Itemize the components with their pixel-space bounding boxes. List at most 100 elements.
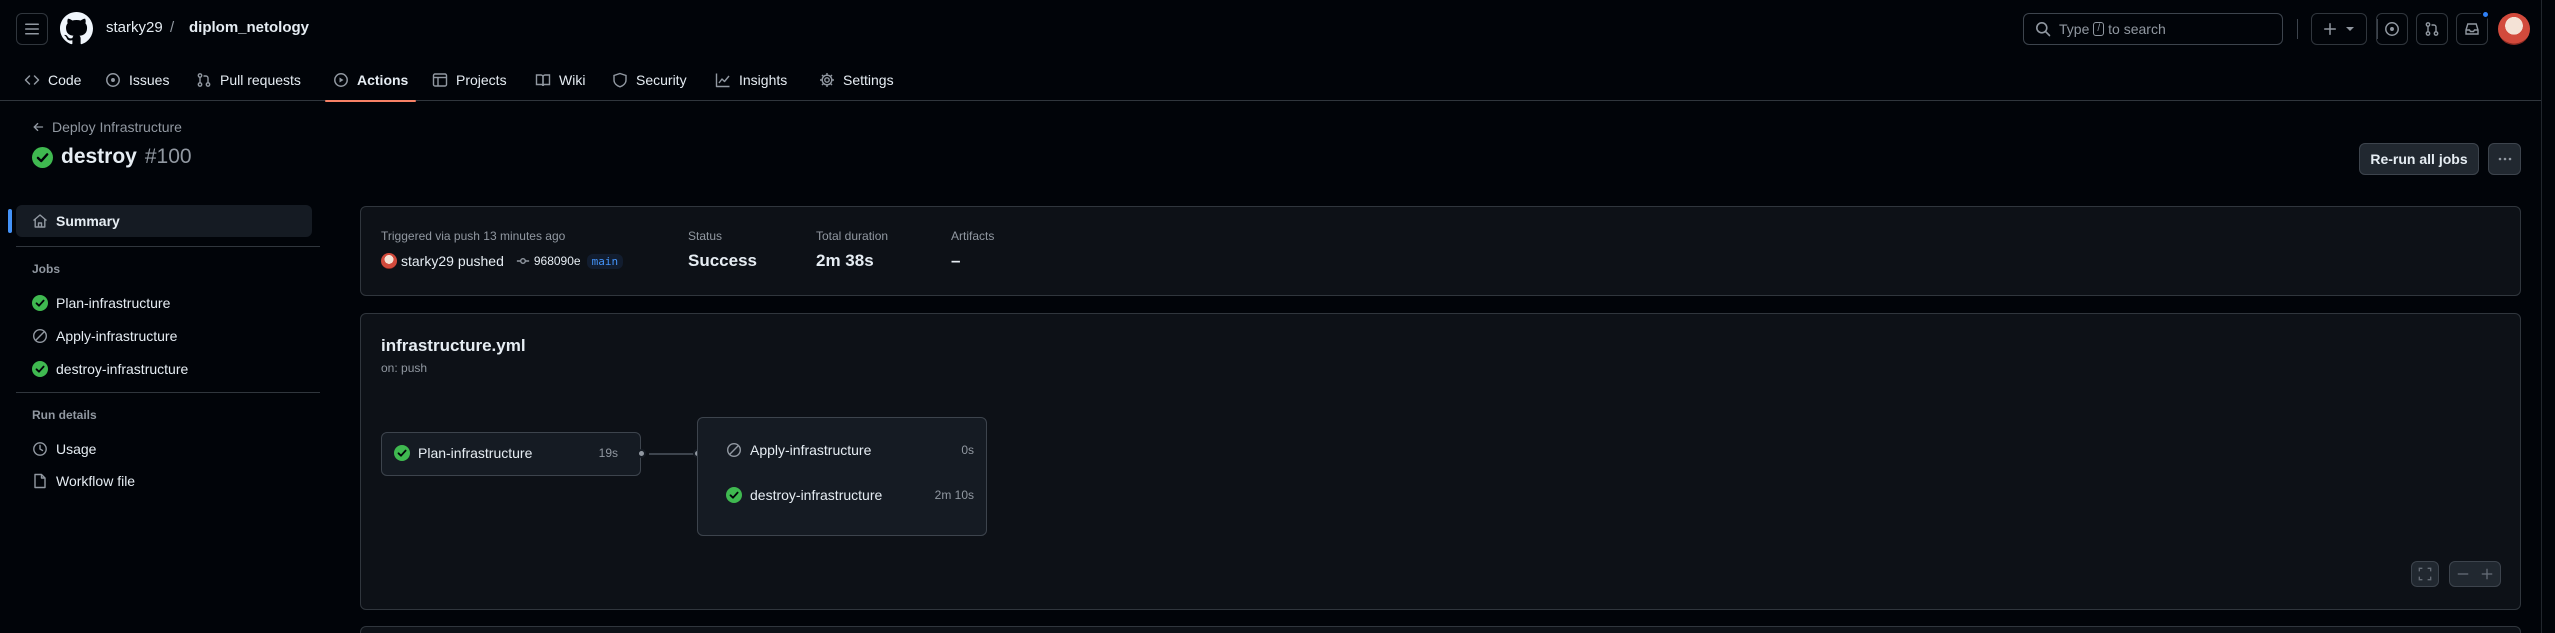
zoom-in-icon[interactable] (2480, 567, 2494, 581)
more-options-button[interactable] (2488, 143, 2521, 175)
actor-name[interactable]: starky29 (401, 253, 454, 269)
menu-button[interactable] (16, 13, 48, 45)
play-icon (334, 72, 348, 87)
repo-nav: Code Issues Pull requests Actions Projec… (0, 58, 2555, 102)
sidebar-item-summary[interactable]: Summary (8, 205, 312, 237)
arrow-left-icon (33, 122, 44, 132)
gear-icon (820, 72, 834, 87)
back-link-label: Deploy Infrastructure (52, 119, 182, 135)
tab-issues[interactable]: Issues (105, 58, 169, 101)
graph-icon (715, 73, 730, 87)
duration-value: 2m 38s (816, 251, 874, 270)
tab-security[interactable]: Security (612, 58, 687, 101)
tab-projects[interactable]: Projects (432, 58, 507, 101)
user-avatar[interactable] (2498, 13, 2530, 45)
job-group: Apply-infrastructure 0s destroy-infrastr… (697, 417, 987, 536)
sidebar-item-workflow-file[interactable]: Workflow file (16, 465, 312, 497)
plus-icon (2324, 23, 2336, 35)
page-scrollbar[interactable] (2541, 0, 2555, 633)
pull-requests-button[interactable] (2416, 13, 2448, 45)
workflow-file-name: infrastructure.yml (381, 336, 526, 355)
tab-label: Issues (129, 71, 170, 88)
check-circle-fill-icon (32, 295, 48, 311)
check-circle-fill-icon (726, 487, 742, 503)
run-title-text: destroy (61, 145, 137, 168)
sidebar-item-label: Summary (56, 213, 120, 229)
branch-badge[interactable]: main (586, 253, 624, 269)
job-node-apply-infrastructure[interactable]: Apply-infrastructure 0s (726, 442, 974, 458)
header-top-bar: starky29 / diplom_netology Type / to sea… (0, 0, 2555, 58)
clock-icon (33, 442, 47, 456)
tab-code[interactable]: Code (24, 58, 81, 101)
file-icon (34, 473, 46, 489)
trigger-label: Triggered via push 13 minutes ago (381, 229, 566, 243)
workflow-graph-card: infrastructure.yml on: push Plan-infrast… (360, 313, 2521, 610)
breadcrumb-repo[interactable]: diplom_netology (189, 18, 309, 38)
job-node-destroy-infrastructure[interactable]: destroy-infrastructure 2m 10s (726, 487, 974, 503)
tab-label: Insights (739, 71, 788, 88)
git-commit-icon (516, 258, 529, 264)
job-duration: 19s (598, 446, 618, 460)
tab-label: Actions (357, 71, 409, 88)
triangle-down-icon (2346, 27, 2354, 31)
fullscreen-button[interactable] (2411, 561, 2439, 587)
job-duration: 2m 10s (934, 488, 974, 502)
jobs-heading: Jobs (32, 262, 61, 276)
sidebar-divider (16, 246, 320, 247)
back-to-workflow-link[interactable]: Deploy Infrastructure (32, 119, 182, 135)
search-input[interactable]: Type / to search (2023, 13, 2283, 45)
github-logo-icon[interactable] (60, 12, 93, 45)
tab-label: Code (48, 71, 82, 88)
tab-wiki[interactable]: Wiki (535, 58, 585, 101)
search-prefix: Type (2059, 21, 2090, 37)
zoom-out-icon[interactable] (2456, 567, 2470, 581)
search-shortcut-key: / (2093, 22, 2105, 36)
artifacts-value: – (951, 251, 961, 270)
connector-dot (637, 449, 646, 458)
table-icon (432, 72, 448, 87)
artifacts-label: Artifacts (951, 229, 995, 243)
run-number: #100 (144, 145, 192, 168)
breadcrumb-owner[interactable]: starky29 (106, 18, 163, 38)
home-icon (33, 214, 47, 228)
sidebar-item-destroy-infrastructure[interactable]: destroy-infrastructure (16, 353, 312, 385)
search-icon (2036, 22, 2051, 37)
skip-icon (726, 442, 742, 458)
issue-opened-icon (2385, 22, 2399, 36)
run-summary-card: Triggered via push 13 minutes ago starky… (360, 206, 2521, 296)
tab-settings[interactable]: Settings (819, 58, 894, 101)
tab-label: Projects (456, 71, 507, 88)
actor-action: pushed (457, 253, 504, 269)
tab-label: Settings (843, 71, 894, 88)
check-circle-fill-icon (32, 361, 48, 377)
sidebar-item-label: destroy-infrastructure (56, 361, 189, 377)
tab-actions[interactable]: Actions (324, 58, 417, 102)
tab-label: Security (636, 71, 687, 88)
tab-pull-requests[interactable]: Pull requests (196, 58, 301, 101)
sidebar-item-apply-infrastructure[interactable]: Apply-infrastructure (16, 320, 312, 352)
push-info: starky29 pushed 968090e main (381, 253, 624, 269)
notification-indicator (2481, 10, 2490, 19)
check-circle-fill-icon (32, 146, 53, 168)
sidebar-item-label: Usage (56, 441, 97, 457)
sidebar-item-usage[interactable]: Usage (16, 433, 312, 465)
job-name: Plan-infrastructure (418, 445, 533, 461)
issue-icon (106, 72, 120, 87)
shield-icon (613, 72, 627, 88)
code-icon (24, 74, 40, 85)
sidebar-item-label: Workflow file (56, 473, 136, 489)
commit-link[interactable]: 968090e (516, 254, 581, 268)
tab-insights[interactable]: Insights (715, 58, 787, 101)
zoom-controls (2449, 561, 2501, 587)
inbox-icon (2465, 23, 2479, 35)
commit-sha: 968090e (533, 254, 581, 268)
workflow-trigger: on: push (381, 361, 428, 375)
job-node-plan-infrastructure[interactable]: Plan-infrastructure 19s (381, 432, 641, 476)
skip-icon (32, 328, 48, 344)
run-details-heading: Run details (32, 408, 97, 422)
issues-button[interactable] (2376, 13, 2408, 45)
rerun-all-jobs-button[interactable]: Re-run all jobs (2359, 143, 2479, 175)
sidebar-item-plan-infrastructure[interactable]: Plan-infrastructure (16, 287, 312, 319)
actor-avatar (381, 253, 397, 269)
create-new-button[interactable] (2311, 13, 2367, 45)
